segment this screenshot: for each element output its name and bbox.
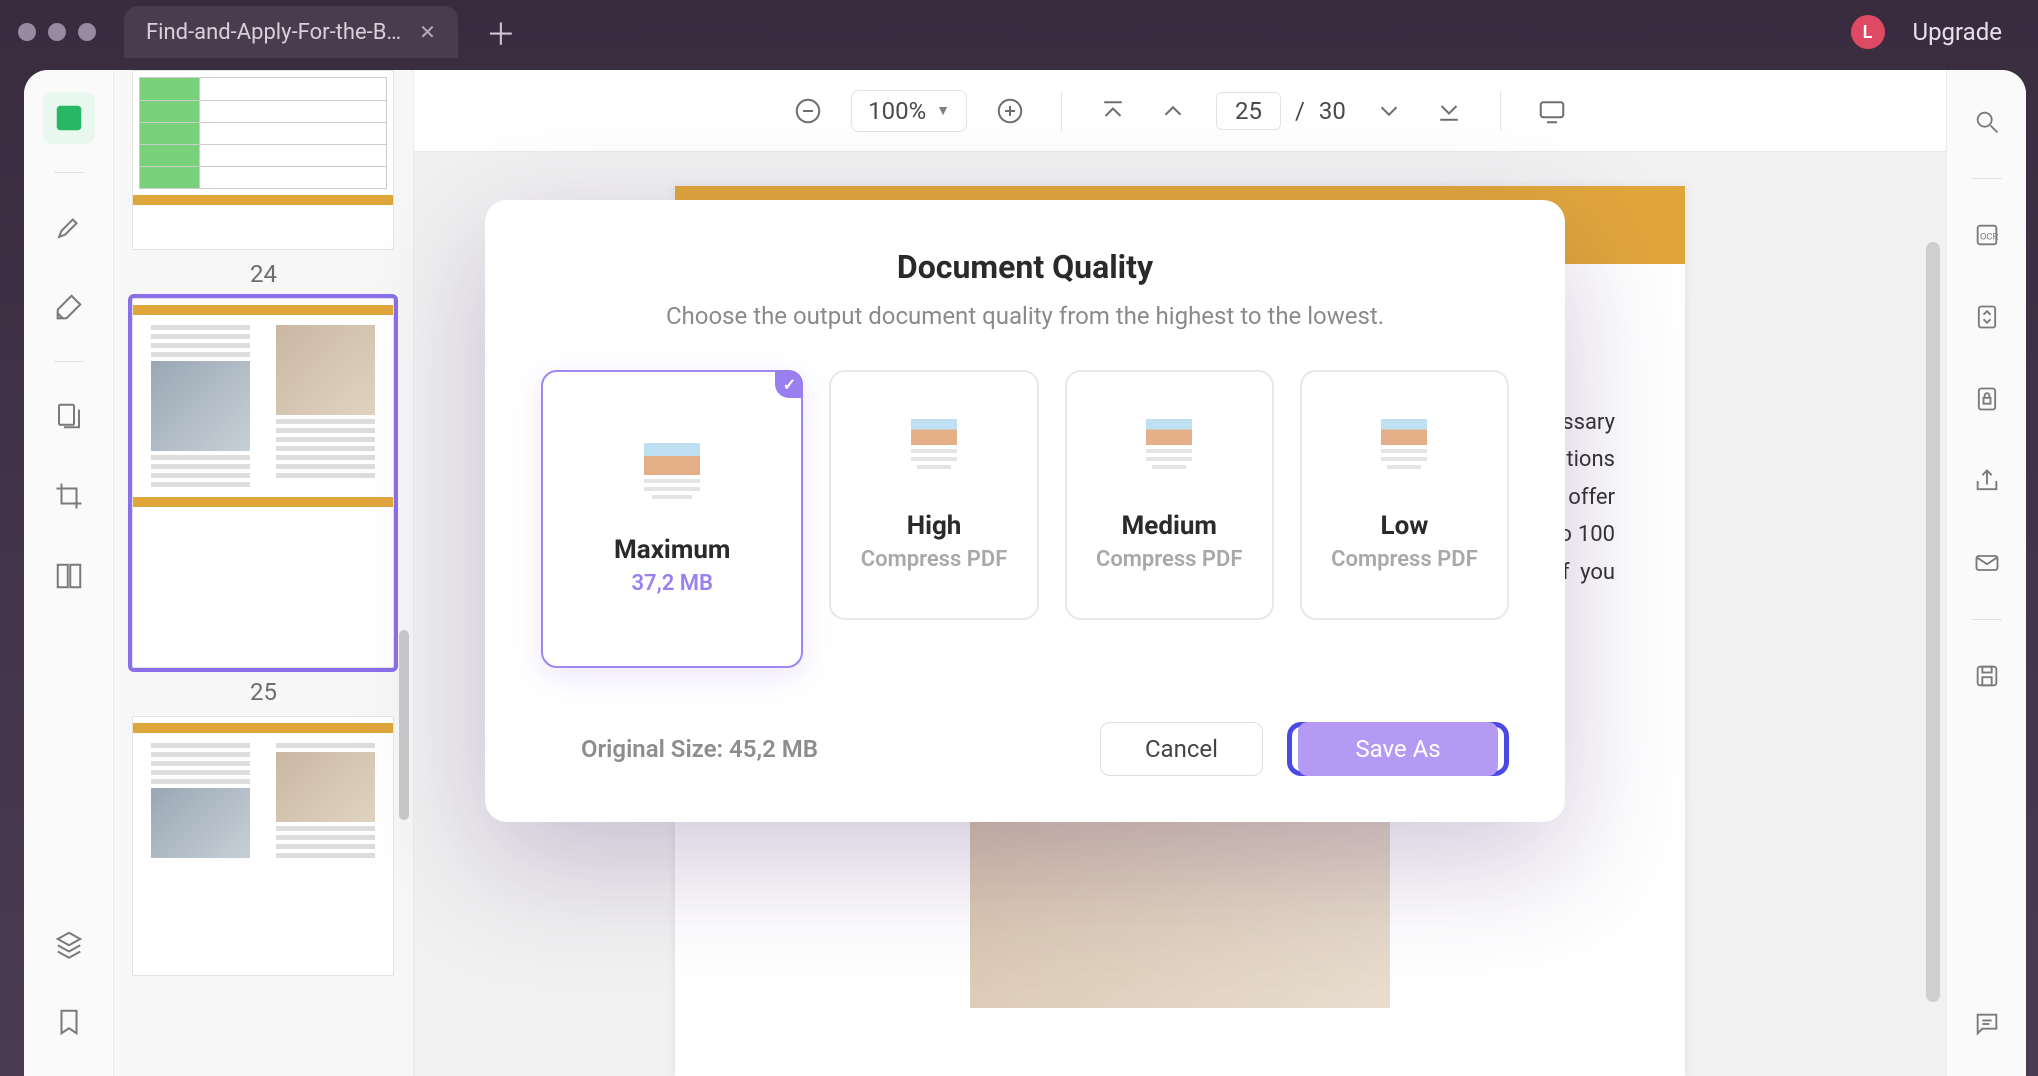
zoom-in-button[interactable] [993,94,1027,128]
save-button[interactable] [1961,650,2013,702]
dialog-subtitle: Choose the output document quality from … [541,302,1509,330]
highlighter-tool-button[interactable] [43,201,95,253]
new-tab-button[interactable]: ＋ [486,10,516,54]
quality-option-meta: 37,2 MB [631,571,713,596]
last-page-button[interactable] [1432,94,1466,128]
original-size-label: Original Size: 45,2 MB [581,735,818,763]
document-quality-dialog: Document Quality Choose the output docum… [485,200,1565,822]
quality-thumb-icon [1368,419,1440,491]
workspace: 24 25 [24,70,2026,1076]
close-window-icon[interactable] [18,23,36,41]
convert-button[interactable] [1961,291,2013,343]
thumbnail-page-number: 25 [132,678,395,706]
thumbnail-page-selected[interactable]: 25 [132,298,395,706]
save-as-highlight: Save As [1287,722,1509,776]
cancel-button[interactable]: Cancel [1100,722,1263,776]
save-as-button[interactable]: Save As [1298,722,1498,776]
document-scrollbar[interactable] [1926,242,1940,1066]
quality-option-low[interactable]: Low Compress PDF [1300,370,1509,620]
next-page-button[interactable] [1372,94,1406,128]
quality-option-name: Maximum [614,535,730,565]
zoom-value: 100% [868,97,926,125]
quality-option-name: High [907,511,962,541]
user-avatar[interactable]: L [1851,15,1885,49]
compare-tool-button[interactable] [43,550,95,602]
quality-option-high[interactable]: High Compress PDF [829,370,1038,620]
page-indicator: 25 / 30 [1216,92,1346,130]
prev-page-button[interactable] [1156,94,1190,128]
zoom-out-button[interactable] [791,94,825,128]
quality-option-meta: Compress PDF [861,547,1008,572]
view-toolbar: 100% ▼ 25 / 30 [414,70,1946,152]
layers-button[interactable] [43,918,95,970]
quality-options: Maximum 37,2 MB High Compress PDF Medium… [541,370,1509,668]
quality-option-maximum[interactable]: Maximum 37,2 MB [541,370,803,668]
thumbnails-panel-button[interactable] [43,92,95,144]
edit-text-tool-button[interactable] [43,281,95,333]
selected-check-icon [775,370,803,398]
left-toolbar [24,70,114,1076]
quality-thumb-icon [898,419,970,491]
share-button[interactable] [1961,455,2013,507]
tab-title: Find-and-Apply-For-the-B… [146,20,401,45]
close-tab-icon[interactable]: ✕ [419,20,436,44]
quality-thumb-icon [636,443,708,515]
quality-option-meta: Compress PDF [1096,547,1243,572]
quality-option-name: Medium [1122,511,1217,541]
page-separator: / [1295,97,1305,125]
crop-tool-button[interactable] [43,470,95,522]
right-toolbar: OCR [1946,70,2026,1076]
maximize-window-icon[interactable] [78,23,96,41]
svg-text:OCR: OCR [1980,232,1998,243]
chevron-down-icon: ▼ [936,102,950,119]
quality-thumb-icon [1133,419,1205,491]
first-page-button[interactable] [1096,94,1130,128]
thumbnail-panel: 24 25 [114,70,414,1076]
protect-button[interactable] [1961,373,2013,425]
minimize-window-icon[interactable] [48,23,66,41]
quality-option-meta: Compress PDF [1331,547,1478,572]
bookmark-button[interactable] [43,996,95,1048]
email-button[interactable] [1961,537,2013,589]
dialog-title: Document Quality [541,248,1509,286]
thumbnail-page[interactable]: 24 [132,70,395,288]
thumbnail-page[interactable] [132,716,395,976]
thumbnail-page-number: 24 [132,260,395,288]
zoom-select[interactable]: 100% ▼ [851,90,967,132]
search-button[interactable] [1961,96,2013,148]
dialog-footer: Original Size: 45,2 MB Cancel Save As [541,722,1509,776]
ocr-button[interactable]: OCR [1961,209,2013,261]
titlebar: Find-and-Apply-For-the-B… ✕ ＋ L Upgrade [0,0,2038,64]
total-pages: 30 [1319,97,1346,125]
upgrade-link[interactable]: Upgrade [1913,18,2003,46]
quality-option-name: Low [1381,511,1429,541]
page-organize-button[interactable] [43,390,95,442]
window-controls[interactable] [18,23,96,41]
presentation-mode-button[interactable] [1535,94,1569,128]
thumbnail-scrollbar[interactable] [399,70,409,1076]
current-page-input[interactable]: 25 [1216,92,1281,130]
quality-option-medium[interactable]: Medium Compress PDF [1065,370,1274,620]
document-tab[interactable]: Find-and-Apply-For-the-B… ✕ [124,6,458,58]
comments-button[interactable] [1961,998,2013,1050]
